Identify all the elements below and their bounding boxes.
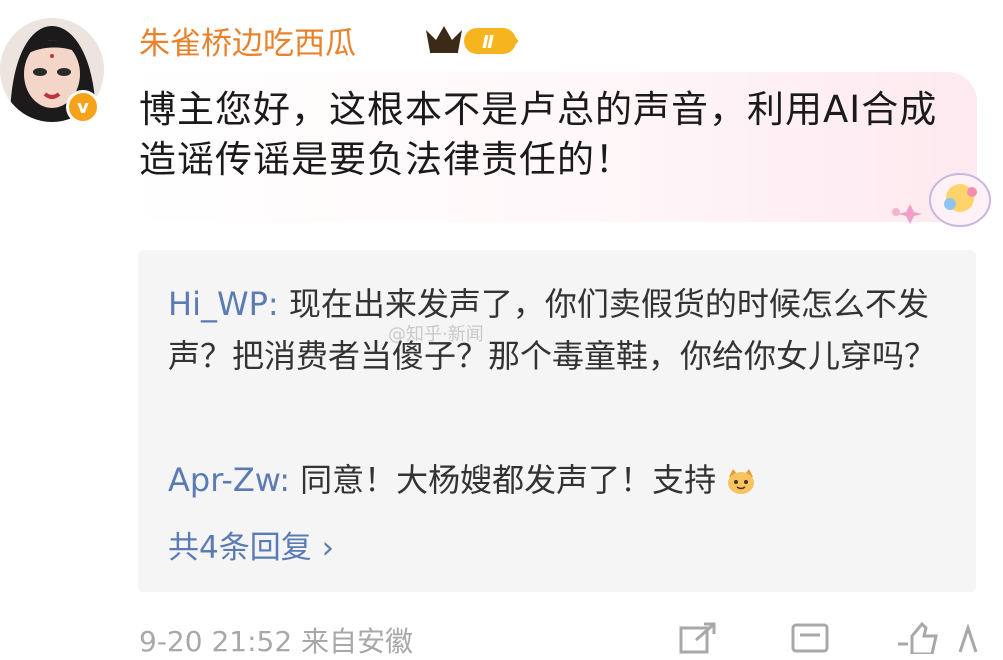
comment-icon[interactable] [790,622,832,654]
watermark: @知乎·新闻 [388,324,484,345]
comment-meta: 9-20 21:52 来自安徽 [139,625,414,658]
reply-text: 现在出来发声了，你们卖假货的时候怎么不发声？把消费者当傻子？那个毒童鞋，你给你女… [168,285,937,375]
reply-username[interactable]: Hi_WP: [168,285,279,323]
reply-item[interactable]: Apr-Zw: 同意！大杨嫂都发声了！支持 [168,454,948,506]
share-icon[interactable] [678,622,720,654]
verified-badge-icon: v [66,90,100,124]
sticker-icon [892,173,991,227]
reply-item[interactable]: Hi_WP: 现在出来发声了，你们卖假货的时候怎么不发声？把消费者当傻子？那个毒… [168,278,948,382]
comment-username[interactable]: 朱雀桥边吃西瓜 [139,18,356,63]
more-replies-link[interactable]: 共4条回复 › [168,522,334,567]
reply-username[interactable]: Apr-Zw: [168,461,290,499]
verified-badge-label: v [77,96,89,118]
level-badge-label: Ⅱ [482,32,494,53]
reply-text: 同意！大杨嫂都发声了！支持 [300,461,717,499]
crown-icon[interactable]: Ⅱ [422,20,524,58]
comment-text: 博主您好，这根本不是卢总的声音，利用AI合成造谣传谣是要负法律责任的！ [139,88,938,181]
cat-face-icon [728,469,755,494]
like-icon[interactable] [888,622,998,654]
